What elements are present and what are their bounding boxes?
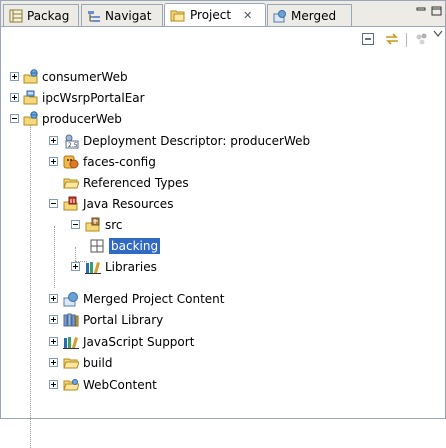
- collapse-all-button[interactable]: [359, 30, 377, 48]
- tab-label: Project: [190, 8, 232, 22]
- tree-item-label: ipcWsrpPortalEar: [42, 91, 145, 105]
- expand-icon[interactable]: [49, 136, 58, 145]
- tree-item-label: consumerWeb: [42, 70, 128, 84]
- tree-item-java-resources[interactable]: Java Resources: [1, 194, 445, 215]
- tree-item-label: backing: [109, 238, 161, 254]
- expand-icon[interactable]: [49, 315, 58, 324]
- view-tab-bar: Packag Navigat Project ✕ Merged: [1, 1, 445, 27]
- web-project-icon: [23, 111, 38, 126]
- package-explorer-icon: [9, 9, 23, 22]
- portal-library-icon: [63, 313, 79, 327]
- tree-item-producerweb[interactable]: producerWeb: [1, 109, 445, 130]
- tab-label: Merged: [291, 8, 337, 23]
- tree-item-label: Merged Project Content: [83, 292, 225, 306]
- close-icon[interactable]: ✕: [243, 9, 252, 22]
- javascript-support-icon: [63, 337, 79, 349]
- link-with-editor-icon: [386, 33, 398, 45]
- tree-item-label: src: [105, 218, 123, 232]
- tree-item-label: Deployment Descriptor: producerWeb: [83, 134, 311, 148]
- package-icon: [90, 239, 104, 253]
- expand-icon[interactable]: [71, 262, 80, 271]
- merged-view-icon: [273, 9, 286, 22]
- expand-icon[interactable]: [49, 380, 58, 389]
- expand-icon[interactable]: [49, 358, 58, 367]
- navigator-icon: [88, 10, 100, 22]
- link-with-editor-button[interactable]: [383, 30, 401, 48]
- tree-item-merged-project-content[interactable]: Merged Project Content: [1, 289, 445, 310]
- expand-icon[interactable]: [10, 93, 19, 102]
- tree-item-label: faces-config: [83, 155, 156, 169]
- expand-icon[interactable]: [49, 294, 58, 303]
- expand-icon[interactable]: [10, 72, 19, 81]
- minimize-icon[interactable]: [416, 5, 426, 19]
- tree-item-ipcwsrpportalear[interactable]: ipcWsrpPortalEar: [1, 88, 445, 109]
- tab-project-explorer[interactable]: Project ✕: [164, 3, 266, 26]
- tab-merged[interactable]: Merged: [267, 4, 352, 26]
- tree-item-deployment-descriptor[interactable]: 2.5 Deployment Descriptor: producerWeb: [1, 131, 445, 152]
- tree-item-label: Portal Library: [83, 313, 164, 327]
- tab-navigator[interactable]: Navigat: [81, 4, 163, 26]
- tree-item-referenced-types[interactable]: Referenced Types: [1, 173, 445, 194]
- web-content-folder-icon: [63, 379, 79, 391]
- tree-item-build[interactable]: build: [1, 353, 445, 374]
- tree-item-webcontent[interactable]: WebContent: [1, 375, 445, 396]
- tab-label: Packag: [27, 8, 70, 23]
- source-folder-icon: [85, 217, 100, 232]
- folder-icon: [63, 178, 79, 189]
- folder-icon: [63, 358, 79, 369]
- tree-item-consumerweb[interactable]: consumerWeb: [1, 67, 445, 88]
- collapse-all-icon: [362, 33, 374, 45]
- tree-item-libraries[interactable]: Libraries: [1, 257, 445, 278]
- tree-item-label: Java Resources: [83, 197, 174, 211]
- tree-item-faces-config[interactable]: faces-config: [1, 152, 445, 173]
- view-menu-icon: [433, 30, 443, 37]
- web-project-icon: [23, 69, 38, 84]
- tab-label: Navigat: [105, 8, 152, 23]
- expand-icon[interactable]: [49, 337, 58, 346]
- view-menu-button[interactable]: [429, 25, 446, 43]
- tree-item-portal-library[interactable]: Portal Library: [1, 310, 445, 331]
- ear-project-icon: [23, 90, 38, 105]
- tree-item-src[interactable]: src: [1, 215, 445, 236]
- java-resources-icon: [63, 196, 78, 211]
- libraries-icon: [85, 262, 101, 274]
- tree-item-label: build: [83, 356, 113, 370]
- merged-content-icon: [63, 292, 78, 307]
- tree-item-javascript-support[interactable]: JavaScript Support: [1, 332, 445, 353]
- maximize-icon[interactable]: [431, 5, 443, 19]
- tree-item-label: JavaScript Support: [83, 335, 195, 349]
- collapse-icon[interactable]: [71, 220, 80, 229]
- toolbar-separator: [406, 33, 407, 47]
- tree-item-label: WebContent: [83, 378, 157, 392]
- project-explorer-view: Packag Navigat Project ✕ Merged consumer…: [0, 0, 446, 448]
- svg-text:2.5: 2.5: [68, 142, 78, 149]
- faces-config-icon: [63, 155, 79, 169]
- tree-item-label: Libraries: [105, 260, 157, 274]
- tree-item-label: producerWeb: [42, 112, 122, 126]
- project-explorer-icon: [170, 10, 185, 22]
- filters-icon: [416, 33, 427, 45]
- tree-item-backing[interactable]: backing: [1, 236, 445, 257]
- deployment-descriptor-icon: 2.5: [65, 134, 79, 149]
- tab-package-explorer[interactable]: Packag: [3, 4, 79, 26]
- collapse-icon[interactable]: [49, 199, 58, 208]
- collapse-icon[interactable]: [10, 114, 19, 123]
- tree-item-label: Referenced Types: [83, 176, 189, 190]
- view-toolbar: [1, 27, 445, 51]
- expand-icon[interactable]: [49, 157, 58, 166]
